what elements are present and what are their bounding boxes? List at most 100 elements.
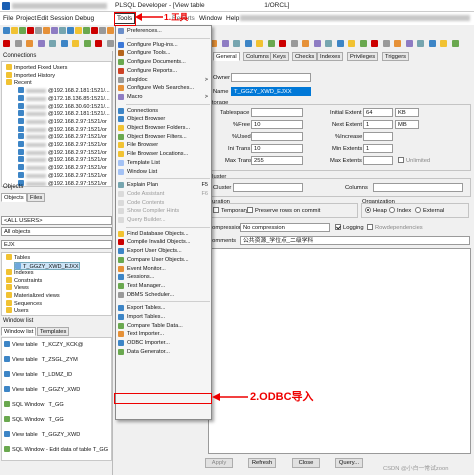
toolbar-button-icon[interactable] [107, 27, 114, 34]
toolbar-button-icon[interactable] [37, 40, 45, 47]
users-select[interactable]: <ALL USERS> [1, 216, 112, 225]
menu-item-odbc-importer[interactable]: ODBC Importer... [116, 339, 211, 347]
toolbar-button-icon[interactable] [233, 40, 240, 47]
menu-item-window-list[interactable]: Window List [116, 168, 211, 176]
query-button[interactable]: Query... [335, 458, 363, 468]
menu-item-macro[interactable]: Macro > [116, 93, 211, 101]
pctincrease-field[interactable] [363, 132, 393, 141]
preserve-rows-checkbox[interactable]: Preserve rows on commit [247, 207, 320, 215]
menu-project[interactable]: Project [16, 14, 36, 24]
window-list-item[interactable]: View table T_ZSGL_ZYM [4, 356, 78, 364]
toolbar-button-icon[interactable] [302, 40, 309, 47]
compression-select[interactable]: No compression [240, 223, 330, 232]
toolbar-button-icon[interactable] [27, 27, 34, 34]
toolbar-button-icon[interactable] [417, 40, 424, 47]
toolbar-button-icon[interactable] [256, 40, 263, 47]
menu-item-object-browser-folders[interactable]: Object Browser Folders... [116, 124, 211, 132]
toolbar-button-icon[interactable] [49, 40, 56, 47]
toolbar-button-icon[interactable] [336, 40, 344, 47]
toolbar-button-icon[interactable] [267, 40, 275, 47]
toolbar-button-icon[interactable] [428, 40, 436, 47]
toolbar-button-icon[interactable] [359, 40, 367, 47]
window-list-item[interactable]: SQL Window T_GG [4, 416, 64, 424]
tab-indexes[interactable]: Indexes [317, 52, 344, 61]
tab-window-list[interactable]: Window list [1, 327, 37, 336]
menu-item-data-generator[interactable]: Data Generator... [116, 348, 211, 356]
objects-tree[interactable]: Tables T_GGZY_XWD_EJXX Indexes Constraints V… [1, 252, 112, 316]
tab-triggers[interactable]: Triggers [382, 52, 410, 61]
menu-item-query-builder[interactable]: Query Builder... [116, 216, 211, 224]
heap-radio[interactable]: Heap [365, 207, 387, 215]
initrans-field[interactable]: 10 [251, 144, 303, 153]
columns-field[interactable] [373, 183, 463, 192]
toolbar-button-icon[interactable] [440, 40, 447, 47]
toolbar-button-icon[interactable] [72, 40, 79, 47]
toolbar-button-icon[interactable] [59, 27, 66, 34]
menu-item-explain-plan[interactable]: Explain Plan F5 [116, 181, 211, 189]
toolbar-button-icon[interactable] [99, 27, 106, 34]
toolbar-button-icon[interactable] [290, 40, 298, 47]
toolbar-button-icon[interactable] [405, 40, 413, 47]
menu-debug[interactable]: Debug [75, 14, 94, 24]
menu-window[interactable]: Window [199, 14, 222, 24]
maxextents-field[interactable] [363, 156, 393, 165]
index-radio[interactable]: Index [389, 207, 411, 215]
toolbar-button-icon[interactable] [221, 40, 229, 47]
menu-item-configure-reports[interactable]: Configure Reports... [116, 67, 211, 75]
window-list-item[interactable]: View table T_KCZY_KCK@ [4, 341, 83, 349]
tab-objects[interactable]: Objects [1, 193, 27, 202]
toolbar-button-icon[interactable] [371, 40, 378, 47]
tablespace-field[interactable] [251, 108, 303, 117]
toolbar-button-icon[interactable] [325, 40, 332, 47]
menu-item-test-manager[interactable]: Test Manager... [116, 282, 211, 290]
window-list-item[interactable]: View table T_GGZY_XWD [4, 386, 80, 394]
menu-item-find-database-objects[interactable]: Find Database Objects... [116, 230, 211, 238]
menu-item-code-contents[interactable]: Code Contents [116, 199, 211, 207]
tab-templates[interactable]: Templates [37, 327, 70, 336]
toolbar-button-icon[interactable] [313, 40, 321, 47]
menu-item-connections[interactable]: Connections [116, 107, 211, 115]
minextents-field[interactable]: 1 [363, 144, 393, 153]
toolbar-button-icon[interactable] [83, 40, 91, 47]
tab-privileges[interactable]: Privileges [347, 52, 379, 61]
toolbar-button-icon[interactable] [3, 40, 10, 47]
window-list-item[interactable]: SQL Window T_GG [4, 401, 64, 409]
menu-item-object-browser-filters[interactable]: Object Browser Filters... [116, 133, 211, 141]
logging-checkbox[interactable]: Logging [335, 224, 364, 232]
toolbar-button-icon[interactable] [3, 27, 10, 34]
toolbar-button-icon[interactable] [394, 40, 401, 47]
menu-item-text-importer[interactable]: Text Importer... [116, 330, 211, 338]
object-filter-input[interactable]: EJX [1, 240, 112, 249]
toolbar-button-icon[interactable] [91, 27, 98, 34]
toolbar-button-icon[interactable] [244, 40, 252, 47]
menu-item-code-assistant[interactable]: Code Assistant F6 [116, 190, 211, 198]
menu-item-file-browser[interactable]: File Browser [116, 141, 211, 149]
menu-item-show-compiler-hints[interactable]: Show Compiler Hints [116, 207, 211, 215]
menu-item-plsqldoc[interactable]: plsqldoc > [116, 76, 211, 84]
menu-session[interactable]: Session [50, 14, 73, 24]
menu-item-template-list[interactable]: Template List [116, 159, 211, 167]
tab-checks[interactable]: Checks [292, 52, 318, 61]
rowdependencies-checkbox[interactable]: Rowdependencies [367, 224, 423, 232]
toolbar-button-icon[interactable] [26, 40, 33, 47]
toolbar-button-icon[interactable] [19, 27, 26, 34]
next-extent-field[interactable]: 1 [363, 120, 393, 129]
menu-item-event-monitor[interactable]: Event Monitor... [116, 265, 211, 273]
menu-item-configure-tools[interactable]: Configure Tools... [116, 49, 211, 57]
tab-keys[interactable]: Keys [270, 52, 289, 61]
toolbar-button-icon[interactable] [279, 40, 286, 47]
menu-item-configure-plug-ins[interactable]: Configure Plug-ins... [116, 41, 211, 49]
tab-files[interactable]: Files [27, 193, 46, 202]
toolbar-button-icon[interactable] [11, 27, 18, 34]
initial-extent-field[interactable]: 64 [363, 108, 393, 117]
comments-field[interactable]: 公共资源_学位点_二级学科 [240, 236, 470, 245]
menu-item-compare-table-data[interactable]: Compare Table Data... [116, 322, 211, 330]
menu-item-dbms-scheduler[interactable]: DBMS Scheduler... [116, 291, 211, 299]
window-list-item[interactable]: View table T_GGZY_XWD [4, 431, 80, 439]
toolbar-button-icon[interactable] [35, 27, 42, 34]
toolbar-button-icon[interactable] [95, 40, 102, 47]
menu-item-export-user-objects[interactable]: Export User Objects... [116, 247, 211, 255]
toolbar-button-icon[interactable] [348, 40, 355, 47]
toolbar-button-icon[interactable] [451, 40, 459, 47]
temporary-checkbox[interactable]: Temporary [213, 207, 248, 215]
